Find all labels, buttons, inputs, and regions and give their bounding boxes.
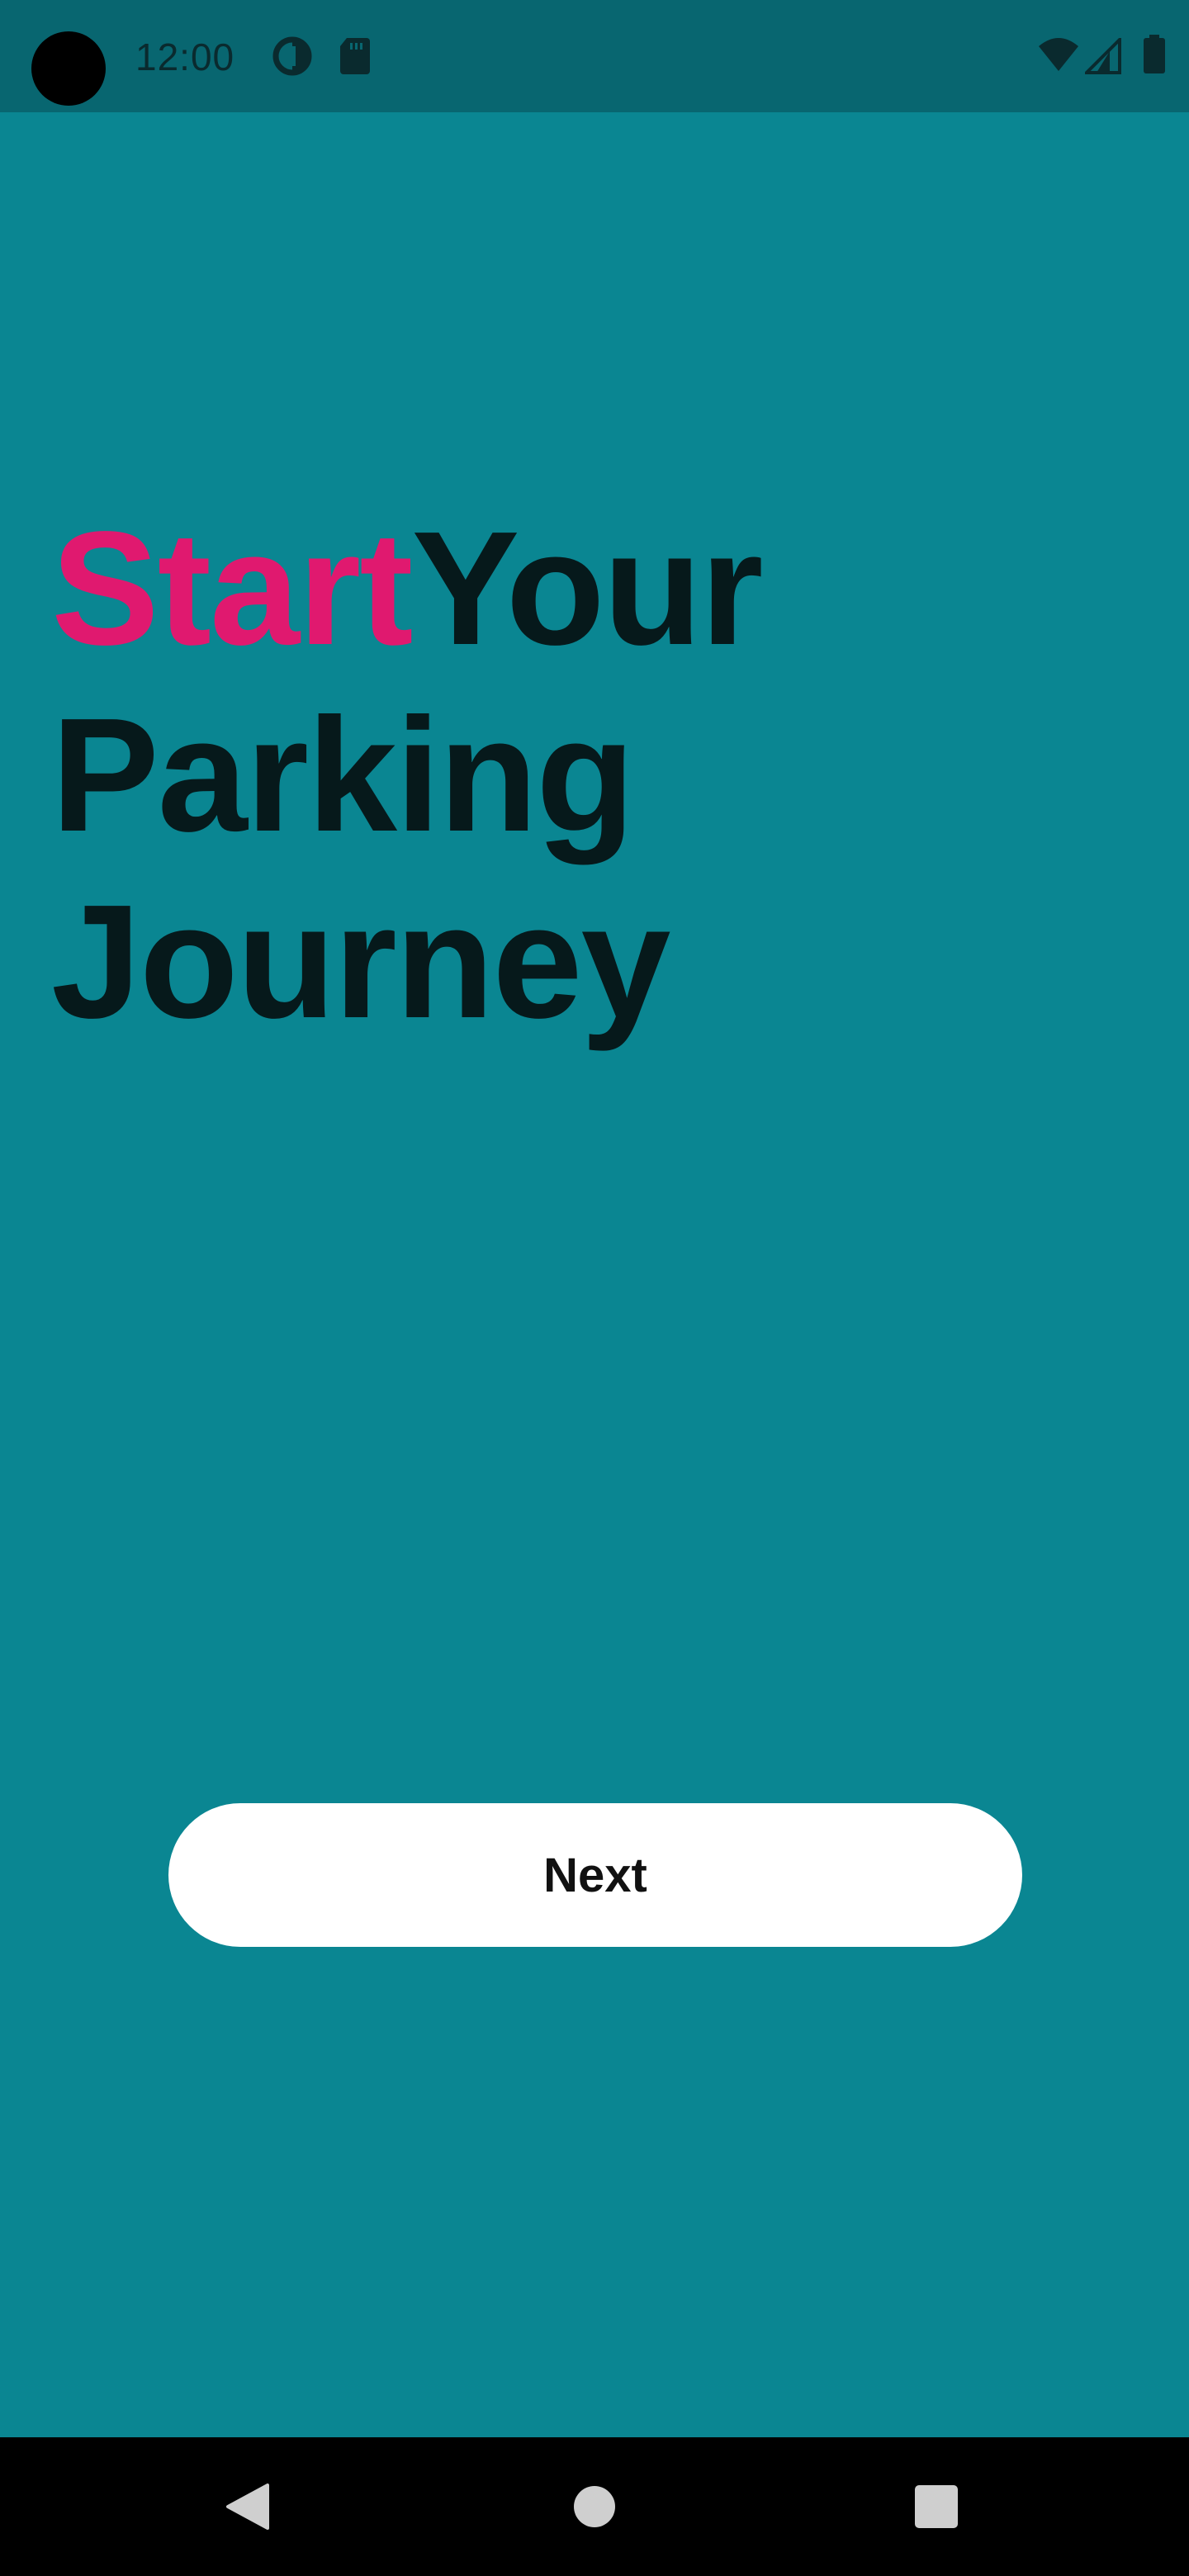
next-button-label: Next xyxy=(543,1848,647,1902)
status-bar: 12:00 xyxy=(0,0,1189,112)
headline-line-3: Journey xyxy=(51,871,670,1052)
cell-signal-icon xyxy=(1085,38,1121,74)
navigation-bar xyxy=(0,2437,1189,2576)
headline-line-1: StartYour xyxy=(51,495,1125,682)
camera-cutout xyxy=(31,31,106,106)
onboarding-screen: 12:00 StartYour Parking Journey Next xyxy=(0,0,1189,2576)
wifi-icon xyxy=(1037,36,1080,73)
onboarding-headline: StartYour Parking Journey xyxy=(51,495,1125,1055)
home-button[interactable] xyxy=(512,2437,677,2576)
status-time: 12:00 xyxy=(135,36,235,78)
back-button[interactable] xyxy=(165,2437,330,2576)
recents-button[interactable] xyxy=(854,2437,1019,2576)
sd-card-icon xyxy=(339,36,372,76)
data-saver-icon xyxy=(272,36,312,76)
headline-accent-word: Start xyxy=(51,498,414,679)
home-icon xyxy=(574,2486,615,2527)
next-button[interactable]: Next xyxy=(168,1803,1022,1947)
headline-line1-rest: Your xyxy=(411,498,764,679)
recents-icon xyxy=(915,2485,958,2528)
back-icon xyxy=(226,2484,269,2530)
headline-line-2: Parking xyxy=(51,684,635,865)
battery-icon xyxy=(1143,35,1166,74)
